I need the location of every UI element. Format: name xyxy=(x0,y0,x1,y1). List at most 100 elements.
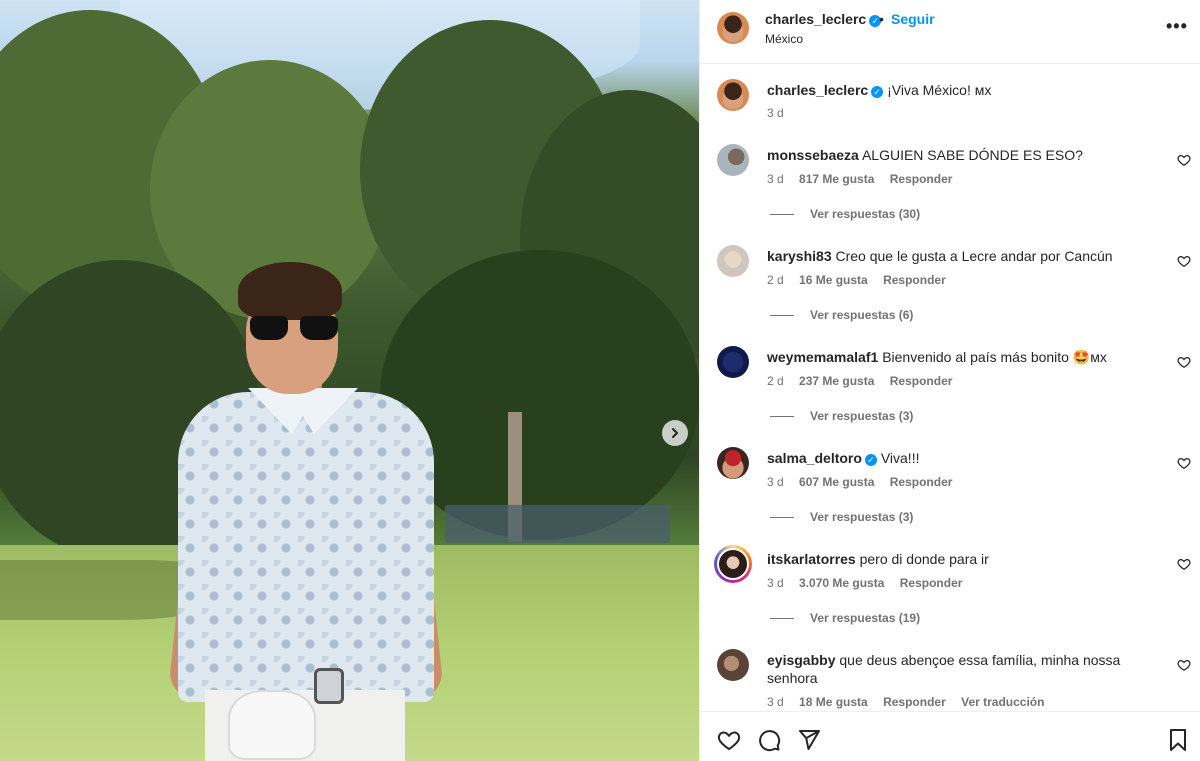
view-replies-label[interactable]: Ver respuestas (3) xyxy=(810,409,913,423)
person-hair xyxy=(238,262,342,320)
avatar[interactable] xyxy=(717,245,749,277)
heart-icon[interactable] xyxy=(1177,456,1191,470)
comment-time[interactable]: 3 d xyxy=(767,576,784,590)
comment-time[interactable]: 2 d xyxy=(767,374,784,388)
comment-username[interactable]: monssebaeza xyxy=(767,147,859,163)
caption-time[interactable]: 3 d xyxy=(767,106,784,120)
replies-line xyxy=(770,516,794,518)
comment-text: Bienvenido al país más bonito 🤩ᴍx xyxy=(882,349,1107,365)
comment-username[interactable]: karyshi83 xyxy=(767,248,832,264)
caption-text-line: charles_leclerc ✓ ¡Viva México! ᴍx xyxy=(767,81,1167,99)
header-separator: • xyxy=(879,11,884,27)
comment-text-line: weymemamalaf1 Bienvenido al país más bon… xyxy=(767,348,1167,366)
follow-button[interactable]: Seguir xyxy=(891,11,935,27)
comment-text: ALGUIEN SABE DÓNDE ES ESO? xyxy=(861,147,1083,163)
view-replies-label[interactable]: Ver respuestas (19) xyxy=(810,611,920,625)
comment-time[interactable]: 3 d xyxy=(767,172,784,186)
avatar[interactable] xyxy=(717,12,749,44)
location-link[interactable]: México xyxy=(765,32,803,46)
bookmark-icon[interactable] xyxy=(1166,728,1190,752)
heart-icon[interactable] xyxy=(1177,557,1191,571)
heart-icon[interactable] xyxy=(1177,355,1191,369)
comment-text-line: monssebaeza ALGUIEN SABE DÓNDE ES ESO? xyxy=(767,146,1167,164)
reply-button[interactable]: Responder xyxy=(883,695,946,709)
next-photo-button[interactable] xyxy=(662,420,688,446)
comment-meta: 3 d 18 Me gusta Responder Ver traducción xyxy=(767,695,1056,709)
avatar[interactable] xyxy=(717,548,749,580)
post-header: charles_leclerc ✓ • Seguir México ••• xyxy=(700,0,1200,64)
comment-text-line: salma_deltoro ✓ Viva!!! xyxy=(767,449,1167,467)
comment-likes[interactable]: 607 Me gusta xyxy=(799,475,874,489)
send-icon[interactable] xyxy=(797,728,821,752)
view-replies-button[interactable]: Ver respuestas (3) xyxy=(770,409,913,423)
avatar[interactable] xyxy=(717,346,749,378)
post-side-panel: charles_leclerc ✓ • Seguir México ••• cha… xyxy=(699,0,1200,761)
comment-username[interactable]: itskarlatorres xyxy=(767,551,856,567)
header-username-text[interactable]: charles_leclerc xyxy=(765,11,866,27)
comment-text-line: karyshi83 Creo que le gusta a Lecre anda… xyxy=(767,247,1167,265)
replies-line xyxy=(770,617,794,619)
avatar[interactable] xyxy=(717,144,749,176)
comment-meta: 3 d 607 Me gusta Responder xyxy=(767,475,964,489)
comment-likes[interactable]: 18 Me gusta xyxy=(799,695,868,709)
view-replies-button[interactable]: Ver respuestas (6) xyxy=(770,308,913,322)
avatar[interactable] xyxy=(717,79,749,111)
comment-text: Viva!!! xyxy=(880,450,920,466)
comment-time[interactable]: 2 d xyxy=(767,273,784,287)
header-username[interactable]: charles_leclerc ✓ xyxy=(765,11,882,27)
comment-likes[interactable]: 817 Me gusta xyxy=(799,172,874,186)
replies-line xyxy=(770,314,794,316)
comment-text-line: eyisgabby que deus abençoe essa família,… xyxy=(767,651,1152,687)
comment-username[interactable]: salma_deltoro xyxy=(767,450,862,466)
comment-username[interactable]: weymemamalaf1 xyxy=(767,349,878,365)
comment-time[interactable]: 3 d xyxy=(767,475,784,489)
reply-button[interactable]: Responder xyxy=(883,273,946,287)
view-replies-button[interactable]: Ver respuestas (3) xyxy=(770,510,913,524)
reply-button[interactable]: Responder xyxy=(890,172,953,186)
view-replies-button[interactable]: Ver respuestas (30) xyxy=(770,207,920,221)
action-bar xyxy=(700,711,1200,761)
comment-likes[interactable]: 16 Me gusta xyxy=(799,273,868,287)
person-glove xyxy=(228,690,316,760)
chevron-right-icon xyxy=(672,428,678,438)
avatar[interactable] xyxy=(717,649,749,681)
verified-icon: ✓ xyxy=(864,454,877,466)
person-shirt xyxy=(178,392,434,702)
comment-meta: 3 d 3.070 Me gusta Responder xyxy=(767,576,974,590)
comment-meta: 3 d 817 Me gusta Responder xyxy=(767,172,964,186)
caption-meta: 3 d xyxy=(767,106,796,120)
reply-button[interactable]: Responder xyxy=(890,475,953,489)
avatar[interactable] xyxy=(717,447,749,479)
view-replies-label[interactable]: Ver respuestas (30) xyxy=(810,207,920,221)
comment-text: Creo que le gusta a Lecre andar por Canc… xyxy=(835,248,1113,264)
photo-cart xyxy=(445,505,670,543)
person-watch xyxy=(314,668,344,704)
comment-likes[interactable]: 3.070 Me gusta xyxy=(799,576,884,590)
verified-icon: ✓ xyxy=(871,86,884,98)
view-replies-label[interactable]: Ver respuestas (6) xyxy=(810,308,913,322)
comment-text: pero di donde para ir xyxy=(859,551,989,567)
heart-icon[interactable] xyxy=(1177,658,1191,672)
view-replies-label[interactable]: Ver respuestas (3) xyxy=(810,510,913,524)
post-photo xyxy=(0,0,699,761)
comment-icon[interactable] xyxy=(757,728,781,752)
comment-likes[interactable]: 237 Me gusta xyxy=(799,374,874,388)
heart-icon[interactable] xyxy=(1177,153,1191,167)
reply-button[interactable]: Responder xyxy=(890,374,953,388)
replies-line xyxy=(770,213,794,215)
caption-text: ¡Viva México! ᴍx xyxy=(887,82,992,98)
comment-meta: 2 d 16 Me gusta Responder xyxy=(767,273,958,287)
comment-meta: 2 d 237 Me gusta Responder xyxy=(767,374,964,388)
comment-time[interactable]: 3 d xyxy=(767,695,784,709)
translate-button[interactable]: Ver traducción xyxy=(961,695,1044,709)
heart-icon[interactable] xyxy=(1177,254,1191,268)
person-sunglasses xyxy=(250,316,338,342)
replies-line xyxy=(770,415,794,417)
view-replies-button[interactable]: Ver respuestas (19) xyxy=(770,611,920,625)
comment-username[interactable]: eyisgabby xyxy=(767,652,835,668)
more-icon[interactable]: ••• xyxy=(1166,16,1188,37)
heart-icon[interactable] xyxy=(717,728,741,752)
caption-username[interactable]: charles_leclerc xyxy=(767,82,868,98)
reply-button[interactable]: Responder xyxy=(900,576,963,590)
comment-text-line: itskarlatorres pero di donde para ir xyxy=(767,550,1167,568)
